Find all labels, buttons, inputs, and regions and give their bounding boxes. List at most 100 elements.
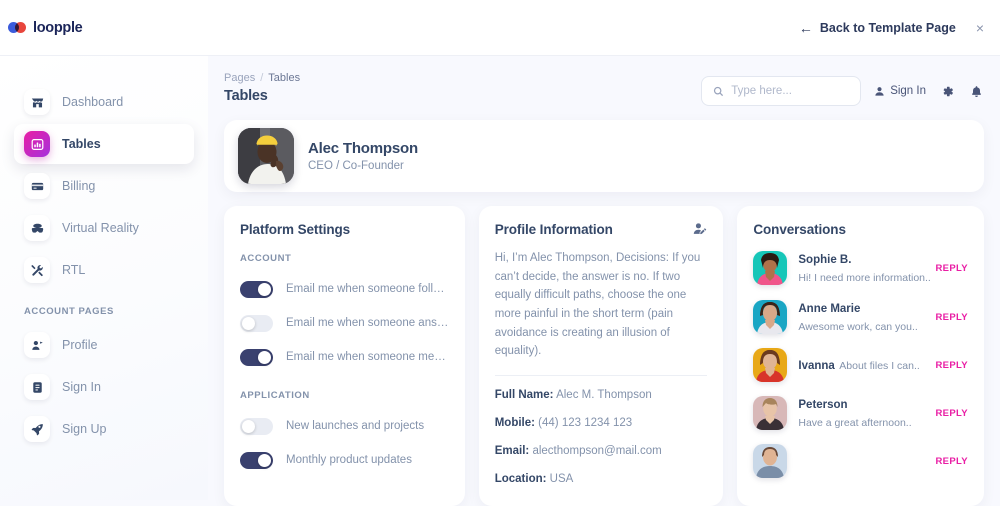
conversation-name: Peterson [798, 399, 848, 411]
info-key: Location: [494, 472, 547, 485]
list-item[interactable]: Sophie B. Hi! I need more information.. … [753, 250, 968, 286]
info-row-full-name: Full Name: Alec M. Thompson [495, 388, 708, 403]
profile-banner-card: Alec Thompson CEO / Co-Founder [224, 120, 984, 192]
sidebar-item-label: Sign Up [62, 422, 107, 436]
page-header: Pages / Tables Tables Sign In [224, 72, 984, 106]
sidebar-item-rtl[interactable]: RTL [14, 250, 194, 290]
cards-row: Platform Settings ACCOUNT Email me when … [224, 206, 984, 506]
table-chart-icon [24, 131, 50, 157]
list-item[interactable]: REPLY [753, 444, 968, 478]
setting-row: Email me when someone answers... [240, 306, 449, 340]
divider [494, 374, 708, 376]
account-section-label: ACCOUNT [240, 253, 292, 264]
list-item-texts: Anne Marie Awesome work, can you.. [798, 299, 924, 335]
top-bar: loopple ← Back to Template Page × [0, 0, 1000, 56]
info-key: Mobile: [494, 416, 535, 429]
card-title: Profile Information [494, 222, 613, 237]
edit-user-icon[interactable] [693, 222, 707, 236]
header-actions: Sign In [701, 76, 984, 106]
breadcrumb-separator: / [260, 72, 264, 84]
profile-information-card: Profile Information Hi, I’m Alec Thompso… [478, 206, 724, 506]
sidebar-item-sign-up[interactable]: Sign Up [14, 409, 194, 449]
profile-identity: Alec Thompson CEO / Co-Founder [308, 140, 418, 172]
page-header-left: Pages / Tables Tables [224, 72, 300, 104]
sign-in-link[interactable]: Sign In [874, 85, 926, 97]
person-badge-icon [24, 332, 50, 358]
document-icon [24, 374, 50, 400]
avatar [753, 396, 788, 430]
setting-label: Email me when someone mention... [286, 351, 449, 363]
sidebar-item-profile[interactable]: Profile [14, 325, 194, 365]
conversation-message: Awesome work, can you.. [798, 321, 918, 333]
conversation-name: Sophie B. [798, 254, 852, 266]
toggle-new-launches[interactable] [240, 417, 273, 435]
info-row-mobile: Mobile: (44) 123 1234 123 [495, 416, 708, 431]
sidebar-item-label: RTL [62, 263, 86, 277]
search-input[interactable] [731, 85, 850, 97]
setting-label: New launches and projects [286, 420, 425, 432]
breadcrumb-root[interactable]: Pages [224, 72, 255, 84]
list-item-texts: Sophie B. Hi! I need more information.. [798, 250, 930, 286]
back-to-template-page-button[interactable]: ← Back to Template Page [799, 21, 956, 35]
search-icon [714, 86, 724, 96]
sidebar-item-label: Dashboard [62, 95, 124, 109]
sidebar-item-label: Profile [62, 338, 98, 352]
reply-button[interactable]: REPLY [935, 263, 968, 274]
sidebar-item-billing[interactable]: Billing [14, 166, 194, 206]
toggle-email-follows[interactable] [240, 280, 273, 298]
list-item[interactable]: Anne Marie Awesome work, can you.. REPLY [753, 299, 968, 335]
reply-button[interactable]: REPLY [935, 312, 968, 323]
user-icon [875, 86, 884, 96]
list-item[interactable]: Peterson Have a great afternoon.. REPLY [753, 395, 968, 431]
platform-settings-card: Platform Settings ACCOUNT Email me when … [224, 206, 465, 506]
profile-role: CEO / Co-Founder [308, 160, 404, 172]
conversation-name: Anne Marie [798, 303, 861, 315]
setting-label: Email me when someone follows ... [286, 283, 449, 295]
conversation-message: Have a great afternoon.. [798, 417, 912, 429]
list-item[interactable]: Ivanna About files I can.. REPLY [753, 348, 968, 382]
bell-icon[interactable] [968, 83, 984, 99]
sidebar-item-label: Billing [62, 179, 96, 193]
toggle-monthly-updates[interactable] [240, 451, 273, 469]
loopple-logo-icon [8, 22, 28, 33]
setting-row: Email me when someone mention... [240, 340, 449, 374]
setting-row: New launches and projects [240, 409, 449, 443]
avatar [753, 444, 788, 478]
card-title: Platform Settings [240, 222, 351, 237]
sidebar-section-title: ACCOUNT PAGES [24, 306, 114, 317]
breadcrumb: Pages / Tables [224, 72, 300, 84]
conversation-message: About files I can.. [839, 360, 920, 372]
toggle-email-mentions[interactable] [240, 348, 273, 366]
profile-name: Alec Thompson [308, 140, 418, 157]
setting-row: Monthly product updates [240, 443, 449, 477]
top-bar-actions: ← Back to Template Page × [799, 19, 986, 37]
sidebar-item-dashboard[interactable]: Dashboard [14, 82, 194, 122]
sidebar-item-virtual-reality[interactable]: Virtual Reality [14, 208, 194, 248]
close-icon[interactable]: × [974, 19, 986, 37]
sidebar-item-sign-in[interactable]: Sign In [14, 367, 194, 407]
list-item-texts: Ivanna About files I can.. [798, 356, 924, 374]
page-title: Tables [224, 88, 268, 104]
vr-headset-icon [24, 215, 50, 241]
gear-icon[interactable] [939, 83, 955, 99]
info-row-location: Location: USA [495, 472, 708, 487]
reply-button[interactable]: REPLY [935, 360, 968, 371]
avatar [753, 348, 788, 382]
setting-label: Monthly product updates [286, 454, 412, 466]
app-logo[interactable]: loopple [8, 19, 83, 36]
sidebar-item-tables[interactable]: Tables [14, 124, 194, 164]
back-label: Back to Template Page [819, 20, 956, 35]
reply-button[interactable]: REPLY [935, 408, 968, 419]
conversation-message: Hi! I need more information.. [798, 272, 931, 284]
search-box[interactable] [701, 76, 862, 106]
sidebar-item-label: Virtual Reality [62, 221, 139, 235]
info-row-email: Email: alecthompson@mail.com [495, 444, 708, 459]
logo-text: loopple [33, 19, 83, 36]
conversations-card: Conversations Sophie B. Hi! I need more … [737, 206, 984, 506]
sign-in-label: Sign In [890, 85, 926, 97]
info-key: Full Name: [494, 388, 554, 401]
sidebar: Dashboard Tables Billing Virtual Reality… [0, 56, 208, 500]
avatar [238, 128, 294, 184]
reply-button[interactable]: REPLY [935, 456, 968, 467]
toggle-email-answers[interactable] [240, 314, 273, 332]
